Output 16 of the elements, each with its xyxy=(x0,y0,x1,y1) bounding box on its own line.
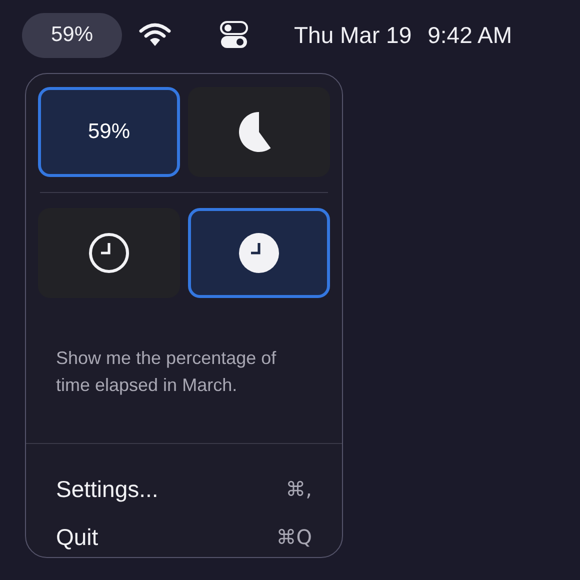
clock-icon xyxy=(88,232,130,274)
percentage-option[interactable]: 59% xyxy=(38,87,180,177)
keyboard-shortcut: ⌘, xyxy=(286,476,312,503)
menu-bar-date: Thu Mar 19 xyxy=(294,20,412,50)
clock-option[interactable] xyxy=(38,208,180,298)
clock-icon xyxy=(238,232,280,274)
percentage-indicator[interactable]: 59% xyxy=(22,12,122,58)
menu-item[interactable]: Settings... xyxy=(56,472,158,506)
toggle-switches-icon[interactable] xyxy=(220,21,248,49)
menu-item[interactable]: Quit xyxy=(56,520,98,554)
wifi-icon[interactable] xyxy=(138,22,172,48)
description-text: Show me the percentage of time elapsed in March. xyxy=(55,347,278,397)
pie-option[interactable] xyxy=(188,87,330,177)
menu-bar-clock: 9:42 AM xyxy=(428,20,512,50)
clock-option[interactable] xyxy=(188,208,330,298)
keyboard-shortcut: ⌘Q xyxy=(276,524,312,551)
